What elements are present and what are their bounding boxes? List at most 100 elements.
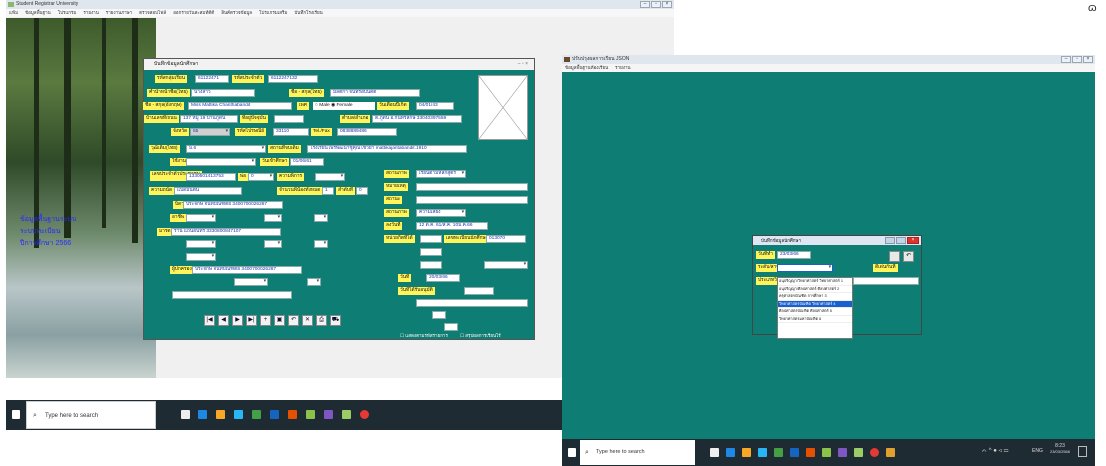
address-field[interactable]: 137 หมู่ 19 บ้านภูดิน (180, 115, 238, 123)
remark-field[interactable] (416, 183, 528, 191)
mother-status-dropdown[interactable] (314, 240, 328, 248)
risk-dropdown[interactable]: ความเสี่ยง (416, 209, 466, 217)
guardian-field[interactable]: ประจักษ์ จันทบัณฑิตย์ 3400700026287 (192, 266, 302, 274)
app-icon[interactable] (806, 448, 815, 457)
menu-item[interactable]: ตรวจสอบไฟล์ (139, 9, 166, 17)
language-indicator[interactable]: ENG (1032, 448, 1043, 454)
credits2-field[interactable] (420, 261, 442, 269)
print-button[interactable]: ⎙ (316, 315, 327, 326)
level-dropdown-list[interactable]: อนุปริญญา/วิทยาศาสตร์ วิทยาศาสตร์ 1 อนุป… (777, 277, 853, 339)
extra-field-3[interactable] (444, 323, 458, 331)
aptitude-field[interactable]: แบดมินตัน (174, 187, 242, 195)
app-icon[interactable] (886, 448, 895, 457)
close-button[interactable]: × (1083, 56, 1093, 63)
status-dropdown[interactable] (314, 214, 328, 222)
level-dropdown[interactable] (777, 264, 833, 272)
menu-item[interactable]: โปรแกรม (58, 9, 77, 17)
minimize-button[interactable]: – (1061, 56, 1071, 63)
type-field[interactable] (853, 277, 919, 285)
chrome-icon[interactable] (870, 448, 879, 457)
status-use-dropdown[interactable] (186, 158, 256, 166)
siblings-field[interactable]: 1 (322, 187, 334, 195)
mother-name-field[interactable]: รานี แถนอินทร์ 3330800847107 (171, 228, 281, 236)
mother-occupation-dropdown[interactable] (186, 240, 216, 248)
windows-start-icon[interactable] (12, 410, 20, 419)
guardian-income-dropdown[interactable] (234, 278, 268, 286)
undo-button[interactable]: ↶ (288, 315, 299, 326)
menu-item[interactable]: ลินค์ตรวจข้อมูล (221, 9, 252, 17)
previous-school-field[interactable]: โรงเรียนไพรพัฒนาชูคุณโชว์ยา mattikajanta… (307, 145, 467, 153)
relation-dropdown[interactable] (186, 253, 216, 261)
dialog-minimize-button[interactable] (885, 237, 895, 244)
file-explorer-icon[interactable] (742, 448, 751, 457)
store-icon[interactable] (234, 410, 243, 419)
order-field[interactable]: 0 (356, 187, 368, 195)
task-view-icon[interactable] (181, 410, 190, 419)
app-icon[interactable] (288, 410, 297, 419)
word-icon[interactable] (790, 448, 799, 457)
task-view-icon[interactable] (710, 448, 719, 457)
app-icon[interactable] (854, 448, 863, 457)
close-button[interactable]: × (662, 1, 672, 8)
maximize-button[interactable]: ▫ (651, 1, 661, 8)
record-date-field[interactable]: 12 ต.ค. 61/ส.ค. 10ม.ค.66 (416, 222, 488, 230)
group-code-field[interactable]: 61122471 (195, 75, 229, 83)
app-icon[interactable] (838, 448, 847, 457)
registration-no-field[interactable]: 013070 (486, 235, 526, 243)
note-field[interactable] (172, 291, 292, 299)
tel-field[interactable]: 0838889486 (337, 128, 397, 136)
form-window-controls[interactable]: – ▫ × (518, 59, 528, 70)
list-item[interactable]: ครุศาสตรบัณฑิต การศึกษา 3 (778, 293, 852, 301)
clock[interactable]: 8:23 23/03/2566 (1048, 443, 1072, 454)
dialog-maximize-button[interactable] (896, 237, 906, 244)
state-field[interactable] (416, 196, 528, 204)
exit-button[interactable]: ⛟ (330, 315, 341, 326)
app-icon[interactable] (822, 448, 831, 457)
name-th-field[interactable]: มัลติกา จันทรอับนดิต (330, 89, 420, 97)
dialog-undo-icon[interactable]: ↶ (903, 251, 914, 262)
title-th-field[interactable]: นางสาว (191, 89, 255, 97)
disability-dropdown[interactable] (315, 173, 345, 181)
current-address-field[interactable] (274, 115, 304, 123)
menu-item[interactable]: รายงานภาษา (106, 9, 132, 17)
menu-item[interactable]: ข้อมูลพื้นฐานห้องเรียน (565, 64, 608, 72)
chrome-icon[interactable] (360, 410, 369, 419)
subdistrict-field[interactable]: ต.ภูดิน อ.กันทรลักษ์ 33040397559 (372, 115, 462, 123)
checkbox-show-code[interactable]: ☐ แสดงตามรหัสรายการ (400, 332, 448, 339)
app-icon[interactable] (324, 410, 333, 419)
excel-icon[interactable] (774, 448, 783, 457)
guardian-status-dropdown[interactable] (307, 278, 321, 286)
postcode-field[interactable]: 33110 (273, 128, 309, 136)
maximize-button[interactable]: ▫ (1072, 56, 1082, 63)
list-item[interactable]: วิทยาศาสตรมหาบัณฑิต 6 (778, 316, 852, 323)
dialog-close-button[interactable]: × (907, 237, 919, 244)
gpa-field[interactable] (420, 248, 442, 256)
national-id-field[interactable]: 1330501413753 (186, 173, 236, 181)
menu-item[interactable]: แฟ้ม (9, 9, 18, 17)
menu-item[interactable]: รายงาน (615, 64, 630, 72)
semester-dropdown[interactable] (484, 261, 528, 269)
dialog-save-icon[interactable] (889, 251, 900, 262)
birthdate-field[interactable]: 04/01/43 (416, 102, 454, 110)
save-button[interactable]: ▣ (274, 315, 285, 326)
store-icon[interactable] (758, 448, 767, 457)
previous-degree-dropdown[interactable]: ม.6 (186, 145, 266, 153)
list-item[interactable]: อนุปริญญา/วิทยาศาสตร์ วิทยาศาสตร์ 1 (778, 278, 852, 286)
status-dropdown-main[interactable]: เรียนตามหลักสูตร (416, 170, 466, 178)
file-explorer-icon[interactable] (216, 410, 225, 419)
first-record-button[interactable]: |◀ (204, 315, 215, 326)
credits-field[interactable] (420, 235, 442, 243)
delete-button[interactable]: ✕ (302, 315, 313, 326)
extra-field[interactable] (416, 299, 528, 307)
excel-icon[interactable] (252, 410, 261, 419)
notifications-icon[interactable] (1078, 446, 1087, 457)
prev-record-button[interactable]: ◀ (218, 315, 229, 326)
list-item-selected[interactable]: วิทยาศาสตรบัณฑิต วิทยาศาสตร์ 4 (778, 300, 852, 308)
word-icon[interactable] (270, 410, 279, 419)
last-record-button[interactable]: ▶| (246, 315, 257, 326)
menu-item[interactable]: ออกรายวันสะสมท์ดีดี (173, 9, 214, 17)
gender-radio-group[interactable]: ○ Male ◉ Female (313, 102, 375, 110)
occupation-dropdown[interactable] (186, 214, 216, 222)
minimize-button[interactable]: – (640, 1, 650, 8)
province-dropdown[interactable]: 55 (190, 128, 230, 136)
